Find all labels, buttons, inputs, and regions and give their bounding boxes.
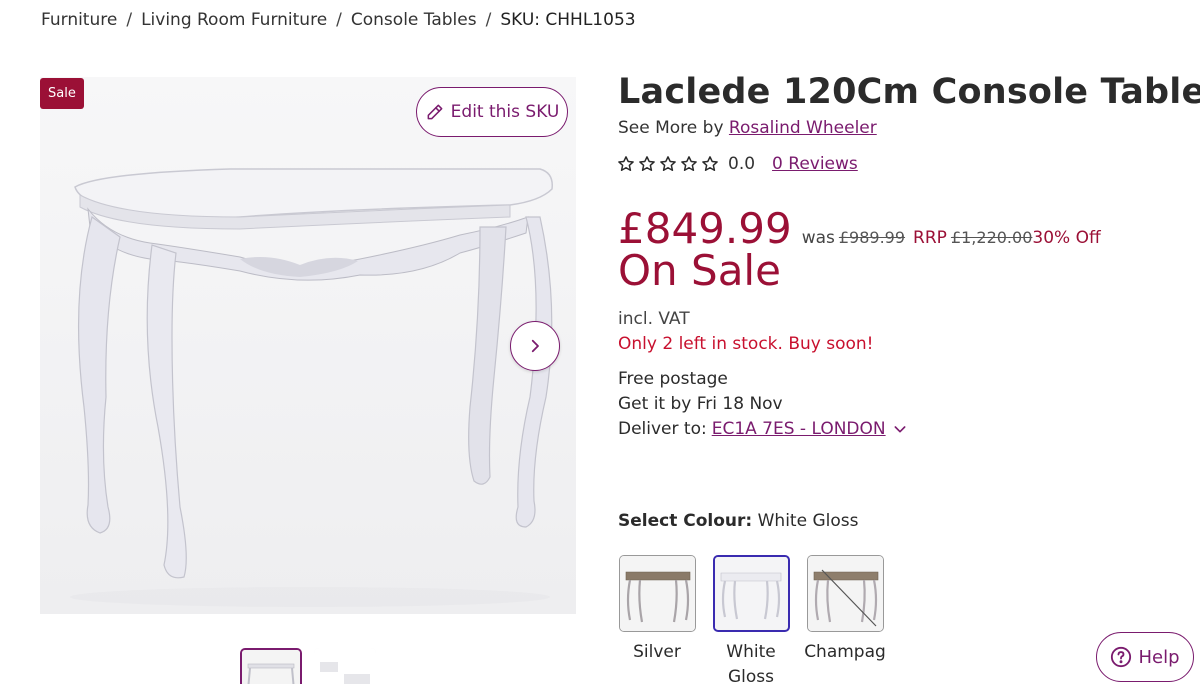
edit-sku-button[interactable]: Edit this SKU <box>416 87 568 137</box>
product-gallery: Sale Edit this SKU <box>40 77 576 614</box>
see-more-prefix: See More by <box>618 118 724 138</box>
breadcrumb-separator: / <box>336 10 342 30</box>
postcode-link[interactable]: EC1A 7ES - LONDON <box>712 419 886 439</box>
breadcrumb-separator: / <box>126 10 133 30</box>
product-image[interactable] <box>40 77 576 614</box>
breadcrumb: Furniture / Living Room Furniture / Console … <box>41 10 636 30</box>
thumbnail-image <box>242 650 300 684</box>
rating-row: 0.0 0 Reviews <box>617 154 858 174</box>
deliver-to: Deliver to: EC1A 7ES - LONDON <box>618 419 908 439</box>
rrp-price: £1,220.00 <box>950 228 1033 247</box>
swatch-image <box>712 555 790 632</box>
sale-badge: Sale <box>40 78 84 109</box>
selected-colour: White Gloss <box>757 511 859 531</box>
star-outline-icon <box>618 156 634 171</box>
swatch-label: Silver <box>633 642 681 662</box>
help-label: Help <box>1138 646 1180 668</box>
on-sale-text: On Sale <box>618 246 781 295</box>
chevron-down-icon[interactable] <box>892 421 908 437</box>
reviews-link[interactable]: 0 Reviews <box>772 154 858 174</box>
select-colour-heading: Select Colour: <box>618 511 753 531</box>
stock-warning: Only 2 left in stock. Buy soon! <box>618 334 874 354</box>
see-more-by: See More by Rosalind Wheeler <box>618 118 877 138</box>
rrp-label: RRP <box>913 228 947 248</box>
was-price: £989.99 <box>838 228 906 247</box>
was-label: was <box>801 228 835 248</box>
breadcrumb-separator: / <box>485 10 492 30</box>
swatch-white-gloss[interactable]: White Gloss <box>712 555 790 684</box>
star-rating <box>617 155 719 173</box>
next-image-button[interactable] <box>510 321 560 371</box>
breadcrumb-console-tables[interactable]: Console Tables <box>351 10 477 30</box>
question-circle-icon <box>1111 646 1132 668</box>
select-colour-label: Select Colour: White Gloss <box>618 511 858 531</box>
swatch-label: White Gloss <box>726 642 776 684</box>
thumbnail-strip <box>240 648 376 684</box>
discount-badge: 30% Off <box>1032 228 1101 248</box>
breadcrumb-living-room-furniture[interactable]: Living Room Furniture <box>141 10 327 30</box>
colour-swatches: Silver White Gloss Champag <box>618 555 886 684</box>
edit-sku-label: Edit this SKU <box>450 102 560 122</box>
vat-note: incl. VAT <box>618 309 690 329</box>
thumbnail-1[interactable] <box>240 648 302 684</box>
swatch-silver[interactable]: Silver <box>618 555 696 684</box>
thumbnail-image <box>314 648 376 684</box>
star-outline-icon <box>702 156 718 171</box>
pencil-icon <box>427 104 443 120</box>
brand-link[interactable]: Rosalind Wheeler <box>729 118 877 138</box>
product-title: Laclede 120Cm Console Table <box>618 72 1200 112</box>
deliver-to-label: Deliver to: <box>618 419 707 439</box>
swatch-label: Champag <box>804 642 886 662</box>
help-button[interactable]: Help <box>1096 632 1194 682</box>
swatch-image <box>618 555 696 632</box>
breadcrumb-furniture[interactable]: Furniture <box>41 10 117 30</box>
star-outline-icon <box>639 156 655 171</box>
star-outline-icon <box>660 156 676 171</box>
swatch-image <box>806 555 884 632</box>
chevron-right-icon <box>531 339 539 353</box>
thumbnail-2[interactable] <box>314 648 376 684</box>
swatch-champagne[interactable]: Champag <box>804 555 886 684</box>
star-outline-icon <box>681 156 697 171</box>
rating-value: 0.0 <box>728 154 756 174</box>
delivery-date: Get it by Fri 18 Nov <box>618 394 783 414</box>
breadcrumb-sku: SKU: CHHL1053 <box>500 10 636 30</box>
free-postage: Free postage <box>618 369 728 389</box>
